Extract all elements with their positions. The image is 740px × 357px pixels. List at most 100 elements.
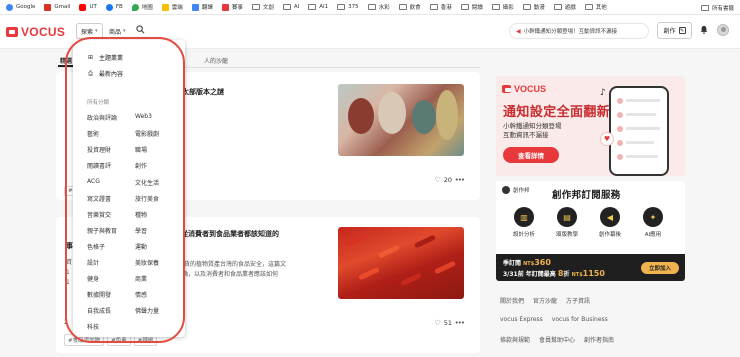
category-link[interactable]: 商業 bbox=[135, 274, 147, 283]
category-link[interactable]: 情感 bbox=[135, 290, 147, 299]
bookmark-folder[interactable]: 水彩 bbox=[367, 3, 390, 11]
category-link[interactable]: 運動 bbox=[135, 242, 147, 251]
category-link[interactable]: 音樂賞交 bbox=[87, 210, 111, 219]
products-button[interactable]: 商品 ▾ bbox=[104, 23, 131, 39]
category-link[interactable]: 文化生活 bbox=[135, 178, 159, 187]
chevron-down-icon: ▾ bbox=[123, 28, 126, 34]
thumbnail-chili bbox=[399, 272, 423, 287]
bookmark-translate[interactable]: 翻譯 bbox=[191, 3, 213, 11]
notification-banner[interactable]: ◀ 小幹鐵通知分類登場！互動資訊不漏接 bbox=[509, 23, 649, 39]
category-link[interactable]: 設計 bbox=[87, 258, 99, 267]
view-details-button[interactable]: 查看詳情 bbox=[503, 147, 559, 163]
category-link[interactable]: 投資理財 bbox=[87, 145, 111, 154]
folder-icon bbox=[367, 4, 376, 10]
avatar[interactable] bbox=[717, 24, 729, 36]
menu-item-latest[interactable]: ⎙ 最新內容 bbox=[87, 69, 123, 79]
feature-item: ▥ 設計分析 bbox=[506, 207, 542, 238]
bookmark-google[interactable]: Google bbox=[6, 3, 35, 11]
edit-icon: ✎ bbox=[678, 27, 686, 34]
category-link[interactable]: 數據開發 bbox=[87, 290, 111, 299]
category-link[interactable]: 美妝保養 bbox=[135, 258, 159, 267]
explore-dropdown-menu: ⊞ 主題業業 ⎙ 最新內容 所有分類 政治與評論 藝術 投資理財 閱讀書評 ACG … bbox=[73, 40, 185, 337]
megaphone-icon: ◀ bbox=[516, 27, 521, 35]
category-link[interactable]: 健身 bbox=[87, 274, 99, 283]
menu-item-topics[interactable]: ⊞ 主題業業 bbox=[87, 53, 123, 62]
tab-featured[interactable]: 精選 bbox=[60, 56, 72, 65]
google-icon bbox=[6, 3, 13, 11]
bookmark-folder[interactable]: 其他 bbox=[584, 3, 607, 11]
category-link[interactable]: Web3 bbox=[135, 113, 152, 120]
article-thumbnail[interactable] bbox=[338, 84, 464, 156]
feature-item: ✦ AI應用 bbox=[635, 207, 671, 238]
bookmark-folder[interactable]: 香港 bbox=[429, 3, 452, 11]
category-link[interactable]: 旅行美食 bbox=[135, 194, 159, 203]
ad-header: 創作邦 創作邦訂閱服務 bbox=[496, 181, 685, 202]
footer-link-help[interactable]: 會員幫助中心 bbox=[539, 335, 575, 344]
explore-button[interactable]: 探索 ▾ bbox=[76, 23, 103, 39]
more-options-icon[interactable]: ••• bbox=[455, 319, 465, 327]
bookmark-folder[interactable]: 動漫 bbox=[522, 3, 545, 11]
footer-link-official[interactable]: 官方沙龍 bbox=[533, 296, 557, 305]
category-link[interactable]: 自我成長 bbox=[87, 306, 111, 315]
bell-icon[interactable] bbox=[700, 25, 708, 34]
tab-salons[interactable]: 人的沙龍 bbox=[204, 56, 228, 65]
footer-link-about[interactable]: 關於我們 bbox=[500, 296, 524, 305]
category-link[interactable]: 種物 bbox=[135, 210, 147, 219]
category-link[interactable]: 政治與評論 bbox=[87, 113, 117, 122]
bookmark-folder[interactable]: 攝影 bbox=[491, 3, 514, 11]
notification-ad-banner[interactable]: VOCUS 通知設定全面翻新 小幹鐵通知分類登場 互動資訊不漏接 查看詳情 ♪ … bbox=[496, 76, 685, 176]
category-link[interactable]: 職場 bbox=[135, 145, 147, 154]
like-count[interactable]: ♡ 20 bbox=[434, 176, 452, 184]
footer-link-express[interactable]: vocus Express bbox=[500, 316, 543, 323]
avatar-dot bbox=[617, 112, 623, 118]
search-icon[interactable] bbox=[136, 25, 145, 34]
category-link[interactable]: 科技 bbox=[87, 322, 99, 331]
category-link[interactable]: 寫文證書 bbox=[87, 194, 111, 203]
bookmark-folder[interactable]: AI1 bbox=[308, 4, 328, 10]
vocus-logo[interactable]: VOCUS bbox=[6, 25, 65, 39]
folder-icon bbox=[522, 4, 531, 10]
category-link[interactable]: 色格子 bbox=[87, 242, 105, 251]
author-info: 資 bbox=[66, 259, 73, 266]
footer-link-guide[interactable]: 創作者指南 bbox=[584, 335, 614, 344]
bookmark-folder[interactable]: 飲食 bbox=[398, 3, 421, 11]
category-link[interactable]: 藝術 bbox=[87, 129, 99, 138]
article-title[interactable]: ：從消費者到食品業者都該知道的 bbox=[174, 229, 279, 239]
bookmark-gmail[interactable]: Gmail bbox=[44, 3, 70, 11]
article-thumbnail[interactable] bbox=[338, 227, 464, 299]
bookmark-events[interactable]: 賽事 bbox=[221, 3, 243, 11]
bookmark-folder[interactable]: 375 bbox=[337, 4, 359, 10]
thumbnail-chili bbox=[433, 260, 457, 275]
bookmark-folder[interactable]: 文創 bbox=[251, 3, 274, 11]
like-count[interactable]: ♡ 51 bbox=[434, 319, 452, 327]
subscription-ad-banner[interactable]: 創作邦 創作邦訂閱服務 ▥ 設計分析 ▤ 頒版教學 ◀ 創作幕後 ✦ AI應用 季訂閱 … bbox=[496, 181, 685, 281]
bookmark-folder[interactable]: AI bbox=[282, 4, 299, 10]
gmail-icon bbox=[44, 3, 52, 11]
thumbnail-figure bbox=[412, 100, 436, 134]
join-now-button[interactable]: 立即加入 bbox=[641, 262, 679, 274]
footer-link-business[interactable]: vocus for Business bbox=[552, 316, 608, 323]
category-link[interactable]: 創作 bbox=[135, 161, 147, 170]
footer-link-news[interactable]: 方子資訊 bbox=[566, 296, 590, 305]
category-link[interactable]: 親子與教育 bbox=[87, 226, 117, 235]
bookmark-youtube[interactable]: UT bbox=[79, 3, 97, 11]
maps-icon bbox=[131, 3, 139, 11]
article-title[interactable]: 太部版本之謎 bbox=[182, 87, 224, 97]
category-link[interactable]: 佛聲力量 bbox=[135, 306, 159, 315]
category-link[interactable]: 閱讀書評 bbox=[87, 161, 111, 170]
footer-link-terms[interactable]: 條款與規範 bbox=[500, 335, 530, 344]
category-link[interactable]: ACG bbox=[87, 178, 100, 185]
bookmark-facebook[interactable]: FB bbox=[105, 3, 123, 11]
facebook-icon bbox=[105, 3, 113, 11]
bookmark-maps[interactable]: 地圖 bbox=[131, 3, 153, 11]
create-button[interactable]: 創作 ✎ bbox=[657, 22, 692, 39]
bookmark-folder[interactable]: 閱讀 bbox=[460, 3, 483, 11]
category-link[interactable]: 電影戲劇 bbox=[135, 129, 159, 138]
bookmark-folder[interactable]: 遊戲 bbox=[553, 3, 576, 11]
bookmark-drive[interactable]: 雲端 bbox=[161, 3, 183, 11]
more-options-icon[interactable]: ••• bbox=[455, 176, 465, 184]
folder-icon bbox=[491, 4, 500, 10]
grid-icon: ⊞ bbox=[87, 54, 94, 61]
all-bookmarks[interactable]: 所有書籤 bbox=[700, 0, 734, 14]
category-link[interactable]: 學習 bbox=[135, 226, 147, 235]
